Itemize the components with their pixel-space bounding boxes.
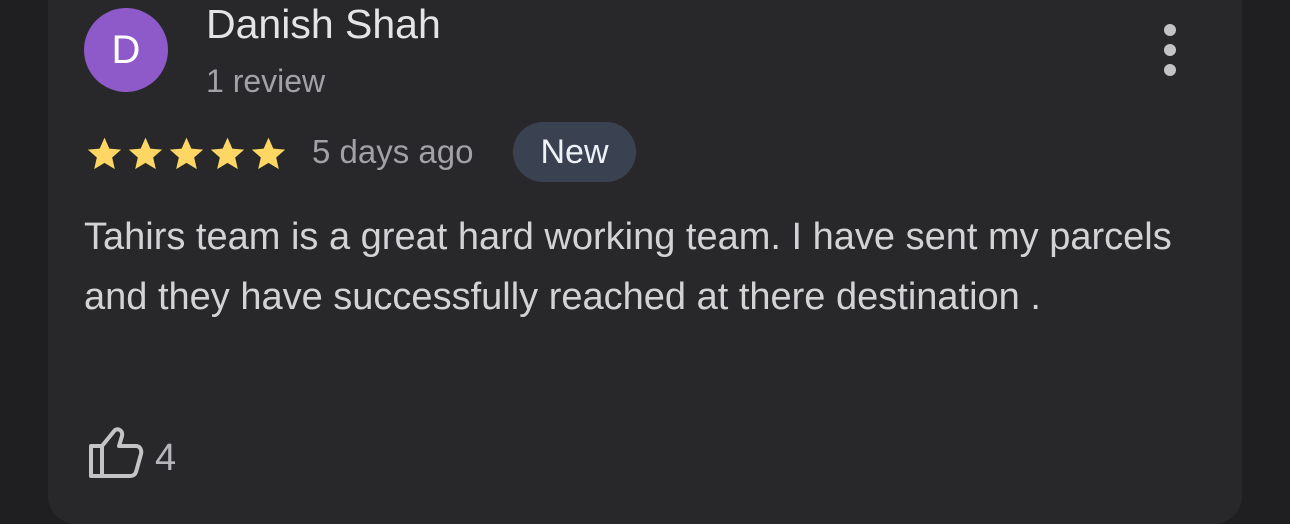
thumbs-up-icon <box>89 427 144 478</box>
star-filled-icon <box>210 137 245 170</box>
reviewer-review-count: 1 review <box>206 63 326 99</box>
star-rating <box>84 134 289 174</box>
avatar[interactable]: D <box>84 8 168 92</box>
reviewer-name[interactable]: Danish Shah <box>206 0 441 48</box>
star-filled-icon <box>128 137 163 170</box>
review-text: Tahirs team is a great hard working team… <box>84 216 1172 318</box>
star-filled-icon <box>169 137 204 170</box>
star-filled-icon <box>87 137 122 170</box>
like-count: 4 <box>155 437 177 479</box>
like-button[interactable] <box>86 424 146 480</box>
more-options-button[interactable] <box>1148 20 1192 80</box>
review-timestamp: 5 days ago <box>312 133 474 170</box>
new-badge: New <box>513 122 636 182</box>
star-filled-icon <box>251 137 286 170</box>
